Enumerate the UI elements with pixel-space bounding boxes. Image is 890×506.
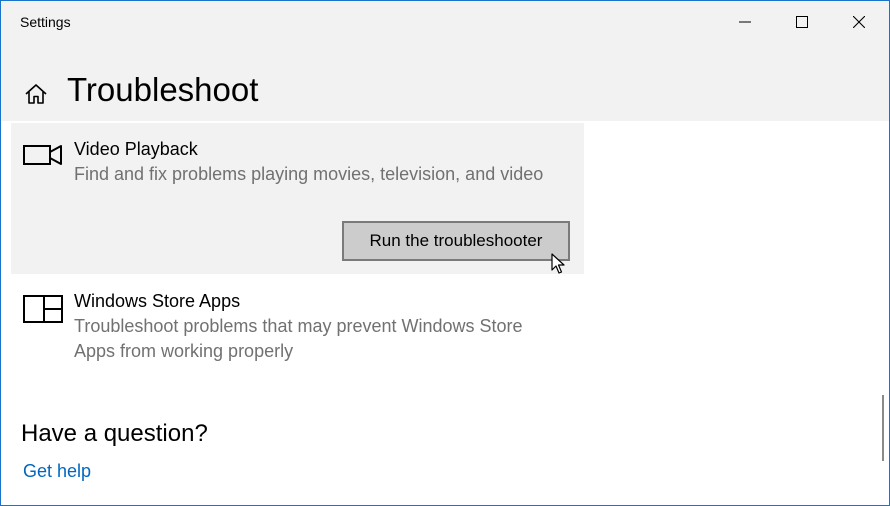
title-bar: Settings Troubleshoot bbox=[1, 1, 889, 121]
close-button[interactable] bbox=[830, 1, 888, 43]
close-icon bbox=[853, 16, 865, 28]
have-a-question-heading: Have a question? bbox=[21, 420, 208, 447]
maximize-button[interactable] bbox=[773, 1, 831, 43]
home-button[interactable] bbox=[21, 79, 51, 109]
scrollbar[interactable] bbox=[882, 395, 884, 461]
get-help-link[interactable]: Get help bbox=[23, 461, 91, 482]
video-camera-icon bbox=[23, 145, 62, 165]
run-troubleshooter-button[interactable]: Run the troubleshooter bbox=[342, 221, 570, 261]
mouse-cursor-icon bbox=[551, 253, 565, 274]
windows-store-apps-icon bbox=[23, 295, 63, 323]
troubleshooter-description: Find and fix problems playing movies, te… bbox=[74, 164, 544, 184]
troubleshooter-title: Windows Store Apps bbox=[74, 291, 241, 311]
home-icon bbox=[25, 84, 47, 104]
troubleshooter-description-line: Apps from working properly bbox=[74, 341, 294, 361]
troubleshooter-title: Video Playback bbox=[74, 139, 198, 159]
troubleshooter-description-line: Troubleshoot problems that may prevent W… bbox=[74, 316, 523, 336]
minimize-button[interactable] bbox=[716, 1, 774, 43]
window-title: Settings bbox=[20, 14, 71, 30]
page-title: Troubleshoot bbox=[67, 71, 259, 108]
minimize-icon bbox=[739, 21, 751, 23]
settings-window: Settings Troubleshoot Video Playback Fin… bbox=[0, 0, 890, 506]
maximize-icon bbox=[796, 16, 808, 28]
